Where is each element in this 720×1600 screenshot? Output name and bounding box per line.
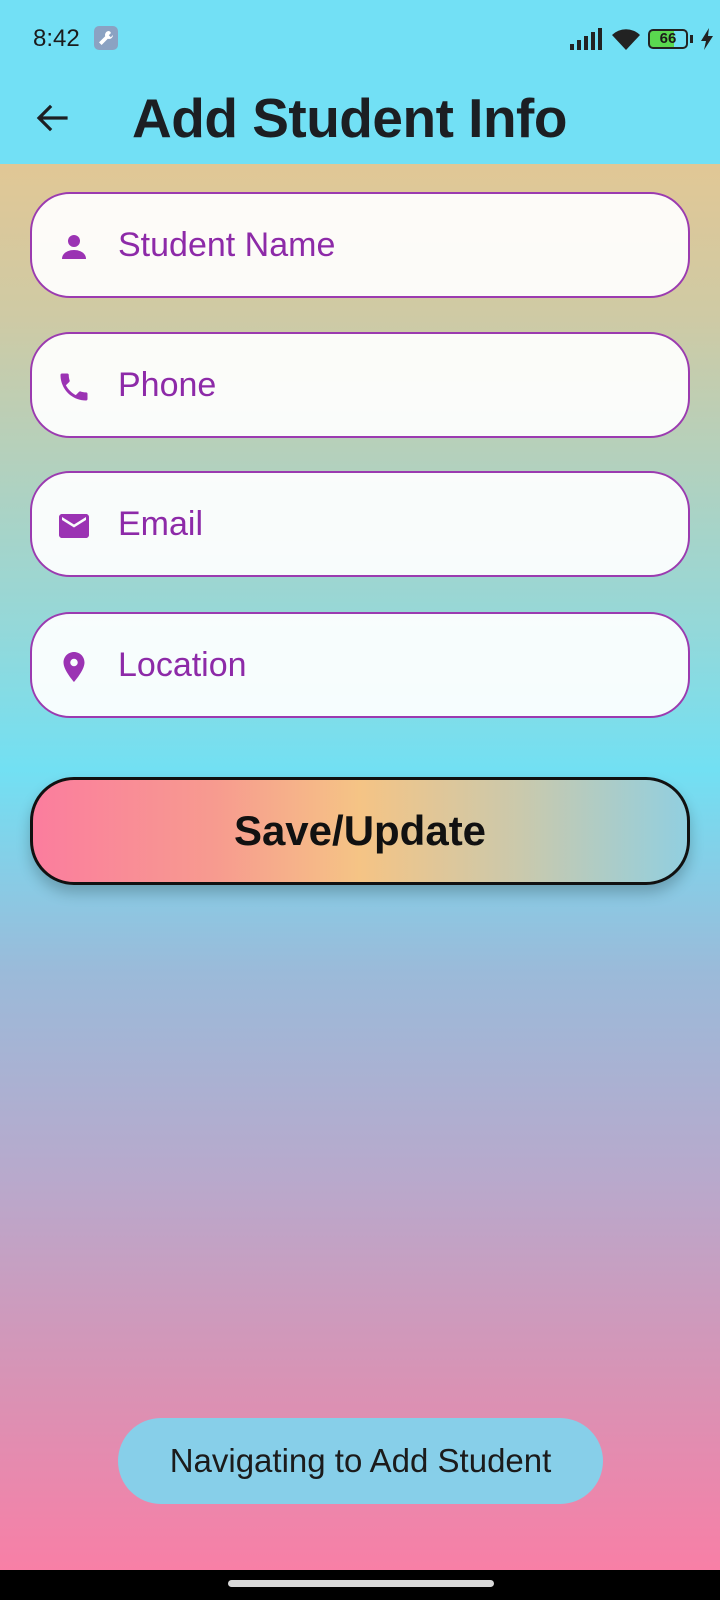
location-pin-icon	[63, 652, 85, 682]
signal-icon	[570, 28, 602, 50]
mail-icon	[59, 514, 89, 538]
phone-icon	[60, 373, 88, 401]
navigation-bar	[0, 1570, 720, 1600]
top-bar: 8:42 66 Add Student Info	[0, 0, 720, 164]
phone-placeholder: Phone	[118, 366, 217, 404]
email-field[interactable]: Email	[30, 471, 690, 577]
location-placeholder: Location	[118, 646, 247, 684]
battery-level: 66	[659, 30, 677, 47]
save-update-button[interactable]: Save/Update	[30, 777, 690, 885]
battery-icon: 66	[648, 29, 688, 49]
arrow-left-icon[interactable]	[30, 96, 74, 140]
toast-message: Navigating to Add Student	[118, 1418, 603, 1504]
person-icon	[62, 235, 86, 259]
location-field[interactable]: Location	[30, 612, 690, 718]
wrench-icon	[94, 26, 118, 50]
phone-field[interactable]: Phone	[30, 332, 690, 438]
app-screen: 8:42 66 Add Student Info Student Name Ph…	[0, 0, 720, 1570]
student-name-field[interactable]: Student Name	[30, 192, 690, 298]
status-time: 8:42	[33, 25, 80, 52]
app-bar: Add Student Info	[0, 78, 720, 164]
wifi-icon	[612, 29, 640, 50]
battery-tip	[690, 35, 693, 43]
email-placeholder: Email	[118, 505, 204, 543]
status-bar: 8:42 66	[0, 0, 720, 78]
student-name-placeholder: Student Name	[118, 226, 336, 264]
page-title: Add Student Info	[132, 87, 567, 149]
charging-bolt-icon	[701, 28, 713, 50]
home-indicator[interactable]	[228, 1580, 494, 1587]
